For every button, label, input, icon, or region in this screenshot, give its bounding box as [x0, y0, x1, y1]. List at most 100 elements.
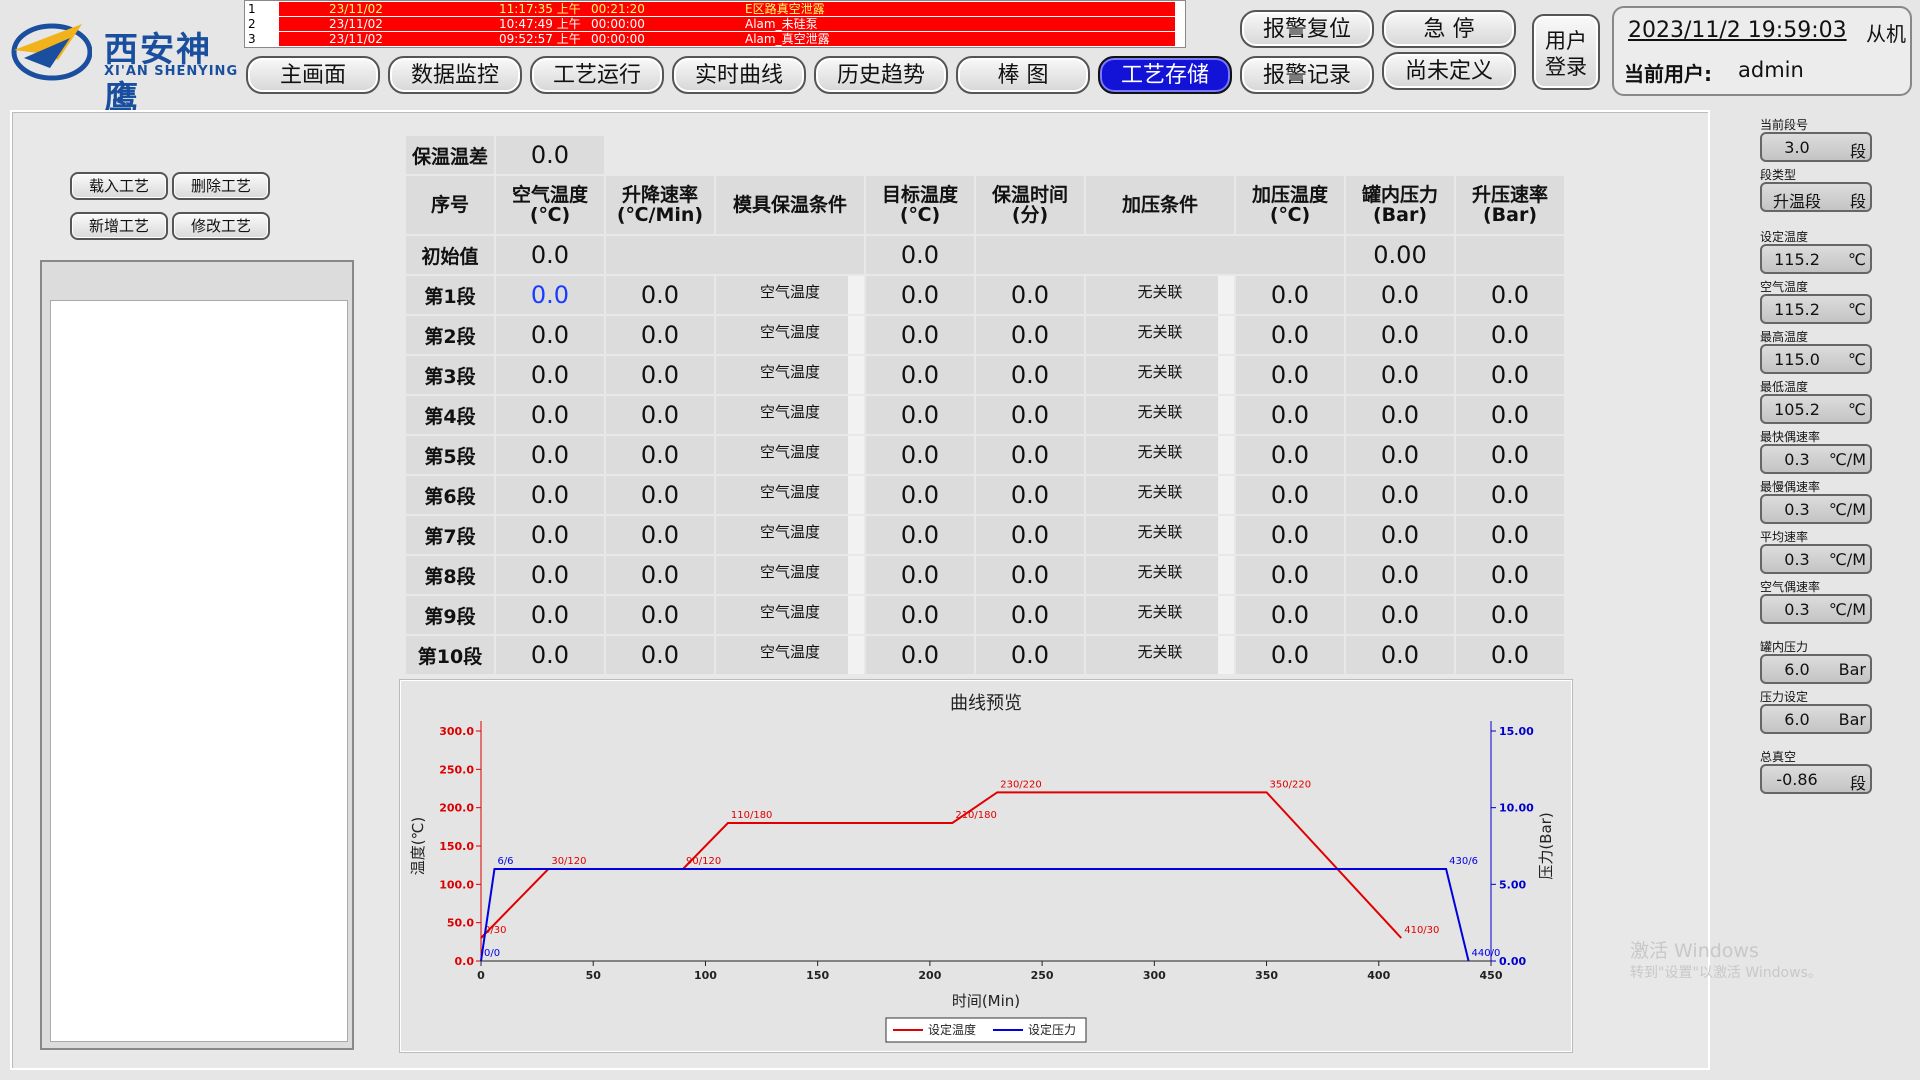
dropdown-scrollbar[interactable] [1218, 316, 1234, 354]
nav-process-storage[interactable]: 工艺存储 [1098, 56, 1232, 94]
segment-tank-pressure[interactable]: 0.0 [1346, 436, 1454, 474]
segment-target-temp[interactable]: 0.0 [866, 516, 974, 554]
initial-target-temp[interactable]: 0.0 [866, 236, 974, 274]
modify-process-button[interactable]: 修改工艺 [172, 212, 270, 240]
segment-press-rate[interactable]: 0.0 [1456, 556, 1564, 594]
dropdown-scrollbar[interactable] [848, 596, 864, 634]
segment-hold-time[interactable]: 0.0 [976, 276, 1084, 314]
segment-tank-pressure[interactable]: 0.0 [1346, 516, 1454, 554]
segment-press-cond-select[interactable]: 无关联 [1086, 476, 1234, 514]
alarm-reset-button[interactable]: 报警复位 [1240, 10, 1374, 48]
segment-tank-pressure[interactable]: 0.0 [1346, 396, 1454, 434]
segment-rate[interactable]: 0.0 [606, 516, 714, 554]
segment-press-temp[interactable]: 0.0 [1236, 436, 1344, 474]
segment-press-temp[interactable]: 0.0 [1236, 516, 1344, 554]
segment-mold-cond-select[interactable]: 空气温度 [716, 476, 864, 514]
dropdown-scrollbar[interactable] [848, 436, 864, 474]
segment-hold-time[interactable]: 0.0 [976, 556, 1084, 594]
segment-press-temp[interactable]: 0.0 [1236, 596, 1344, 634]
segment-rate[interactable]: 0.0 [606, 356, 714, 394]
segment-press-cond-select[interactable]: 无关联 [1086, 636, 1234, 674]
segment-press-temp[interactable]: 0.0 [1236, 556, 1344, 594]
dropdown-scrollbar[interactable] [1218, 356, 1234, 394]
segment-press-temp[interactable]: 0.0 [1236, 356, 1344, 394]
load-process-button[interactable]: 载入工艺 [70, 172, 168, 200]
segment-hold-time[interactable]: 0.0 [976, 596, 1084, 634]
segment-air-temp[interactable]: 0.0 [496, 316, 604, 354]
process-list[interactable] [50, 300, 348, 1042]
segment-press-cond-select[interactable]: 无关联 [1086, 276, 1234, 314]
segment-press-rate[interactable]: 0.0 [1456, 356, 1564, 394]
segment-target-temp[interactable]: 0.0 [866, 596, 974, 634]
alarm-row[interactable]: 1 23/11/02 11:17:35 上午 00:21:20 E区路真空泄露 [245, 2, 1185, 16]
segment-air-temp[interactable]: 0.0 [496, 476, 604, 514]
dropdown-scrollbar[interactable] [848, 396, 864, 434]
dropdown-scrollbar[interactable] [848, 356, 864, 394]
segment-press-cond-select[interactable]: 无关联 [1086, 436, 1234, 474]
alarm-row[interactable]: 3 23/11/02 09:52:57 上午 00:00:00 Alam_真空泄… [245, 32, 1185, 46]
segment-air-temp[interactable]: 0.0 [496, 556, 604, 594]
nav-bar-chart[interactable]: 棒 图 [956, 56, 1090, 94]
dropdown-scrollbar[interactable] [848, 556, 864, 594]
segment-press-cond-select[interactable]: 无关联 [1086, 316, 1234, 354]
segment-tank-pressure[interactable]: 0.0 [1346, 276, 1454, 314]
segment-press-cond-select[interactable]: 无关联 [1086, 396, 1234, 434]
segment-mold-cond-select[interactable]: 空气温度 [716, 276, 864, 314]
segment-hold-time[interactable]: 0.0 [976, 636, 1084, 674]
dropdown-scrollbar[interactable] [1218, 436, 1234, 474]
nav-data-monitor[interactable]: 数据监控 [388, 56, 522, 94]
dropdown-scrollbar[interactable] [1218, 276, 1234, 314]
initial-air-temp[interactable]: 0.0 [496, 236, 604, 274]
user-login-button[interactable]: 用户 登录 [1532, 14, 1600, 90]
undefined-button[interactable]: 尚未定义 [1382, 52, 1516, 90]
dropdown-scrollbar[interactable] [1218, 556, 1234, 594]
segment-air-temp[interactable]: 0.0 [496, 396, 604, 434]
segment-air-temp[interactable]: 0.0 [496, 596, 604, 634]
segment-press-cond-select[interactable]: 无关联 [1086, 356, 1234, 394]
segment-target-temp[interactable]: 0.0 [866, 436, 974, 474]
segment-mold-cond-select[interactable]: 空气温度 [716, 396, 864, 434]
segment-press-rate[interactable]: 0.0 [1456, 316, 1564, 354]
dropdown-scrollbar[interactable] [848, 316, 864, 354]
dropdown-scrollbar[interactable] [1218, 516, 1234, 554]
segment-mold-cond-select[interactable]: 空气温度 [716, 356, 864, 394]
alarm-record-button[interactable]: 报警记录 [1240, 56, 1374, 94]
segment-rate[interactable]: 0.0 [606, 436, 714, 474]
segment-rate[interactable]: 0.0 [606, 556, 714, 594]
dropdown-scrollbar[interactable] [848, 516, 864, 554]
segment-hold-time[interactable]: 0.0 [976, 516, 1084, 554]
dropdown-scrollbar[interactable] [848, 276, 864, 314]
emergency-stop-button[interactable]: 急 停 [1382, 10, 1516, 48]
segment-tank-pressure[interactable]: 0.0 [1346, 316, 1454, 354]
segment-press-temp[interactable]: 0.0 [1236, 476, 1344, 514]
nav-realtime-curve[interactable]: 实时曲线 [672, 56, 806, 94]
segment-air-temp[interactable]: 0.0 [496, 636, 604, 674]
segment-press-rate[interactable]: 0.0 [1456, 396, 1564, 434]
segment-target-temp[interactable]: 0.0 [866, 356, 974, 394]
segment-press-temp[interactable]: 0.0 [1236, 396, 1344, 434]
segment-tank-pressure[interactable]: 0.0 [1346, 556, 1454, 594]
segment-press-temp[interactable]: 0.0 [1236, 636, 1344, 674]
dropdown-scrollbar[interactable] [848, 636, 864, 674]
nav-history-trend[interactable]: 历史趋势 [814, 56, 948, 94]
segment-target-temp[interactable]: 0.0 [866, 316, 974, 354]
segment-tank-pressure[interactable]: 0.0 [1346, 596, 1454, 634]
segment-rate[interactable]: 0.0 [606, 636, 714, 674]
add-process-button[interactable]: 新增工艺 [70, 212, 168, 240]
segment-mold-cond-select[interactable]: 空气温度 [716, 636, 864, 674]
segment-target-temp[interactable]: 0.0 [866, 476, 974, 514]
segment-mold-cond-select[interactable]: 空气温度 [716, 596, 864, 634]
segment-rate[interactable]: 0.0 [606, 316, 714, 354]
segment-hold-time[interactable]: 0.0 [976, 436, 1084, 474]
dropdown-scrollbar[interactable] [1218, 476, 1234, 514]
segment-mold-cond-select[interactable]: 空气温度 [716, 436, 864, 474]
segment-press-temp[interactable]: 0.0 [1236, 276, 1344, 314]
alarm-row[interactable]: 2 23/11/02 10:47:49 上午 00:00:00 Alam_未硅泵 [245, 17, 1185, 31]
segment-air-temp[interactable]: 0.0 [496, 356, 604, 394]
segment-air-temp[interactable]: 0.0 [496, 436, 604, 474]
dropdown-scrollbar[interactable] [848, 476, 864, 514]
segment-press-rate[interactable]: 0.0 [1456, 596, 1564, 634]
segment-hold-time[interactable]: 0.0 [976, 356, 1084, 394]
segment-hold-time[interactable]: 0.0 [976, 476, 1084, 514]
segment-rate[interactable]: 0.0 [606, 476, 714, 514]
